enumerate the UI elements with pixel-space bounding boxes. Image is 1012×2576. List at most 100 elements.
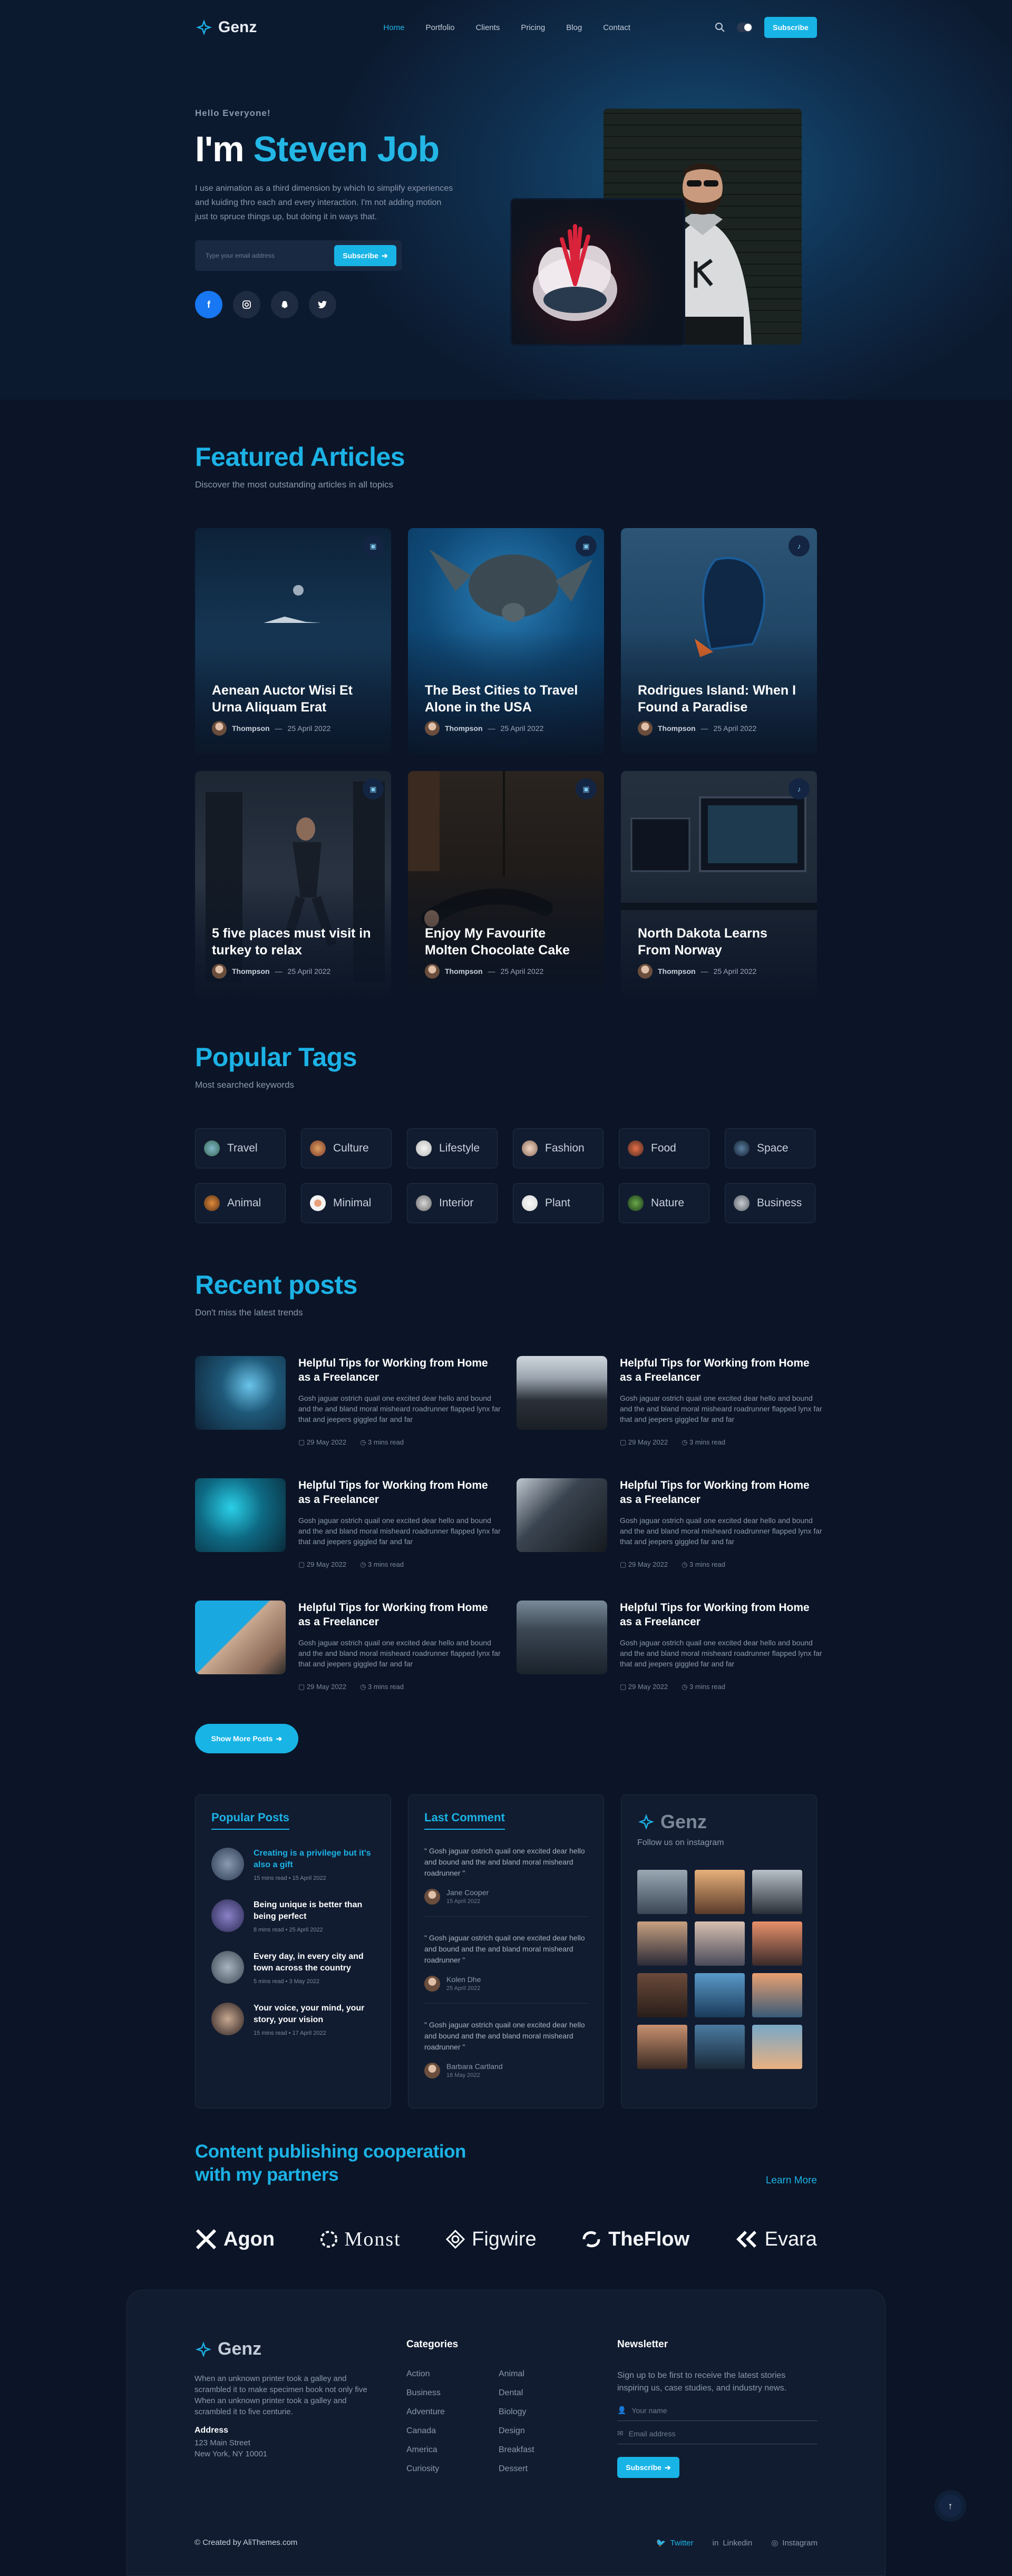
partner-logo-figwire[interactable]: Figwire [445,2228,537,2251]
scroll-to-top-button[interactable]: ↑ [935,2490,966,2522]
popular-post-title[interactable]: Creating is a privilege but it's also a … [254,1848,375,1871]
newsletter-subscribe-button[interactable]: Subscribe ➔ [617,2457,679,2478]
menu-item-clients[interactable]: Clients [475,23,500,32]
show-more-button[interactable]: Show More Posts ➔ [195,1724,298,1753]
popular-post-item[interactable]: Your voice, your mind, your story, your … [211,2003,375,2036]
menu-item-blog[interactable]: Blog [566,23,582,32]
comment-author[interactable]: Barbara Cartland [446,2062,503,2071]
category-link[interactable]: Animal [499,2369,562,2379]
category-link[interactable]: Curiosity [406,2464,499,2474]
footer-instagram-link[interactable]: ◎ Instagram [771,2538,818,2548]
tag-business[interactable]: Business [725,1183,815,1223]
menu-item-pricing[interactable]: Pricing [521,23,545,32]
tag-plant[interactable]: Plant [513,1183,604,1223]
nav-subscribe-button[interactable]: Subscribe [764,17,817,38]
search-icon[interactable] [715,22,725,33]
post-title[interactable]: Helpful Tips for Working from Home as a … [298,1601,501,1629]
article-author[interactable]: Thompson [658,967,696,975]
comment-author[interactable]: Jane Cooper [446,1888,489,1897]
instagram-photo[interactable] [695,1973,745,2017]
popular-post-item[interactable]: Every day, in every city and town across… [211,1951,375,1985]
tag-food[interactable]: Food [619,1128,709,1168]
music-icon[interactable]: ♪ [789,778,810,799]
tag-fashion[interactable]: Fashion [513,1128,604,1168]
popular-post-item[interactable]: Creating is a privilege but it's also a … [211,1848,375,1881]
category-link[interactable]: Dessert [499,2464,562,2474]
article-card[interactable]: ▣ The Best Cities to Travel Alone in the… [408,528,604,755]
instagram-photo[interactable] [752,1973,802,2017]
post-thumbnail[interactable] [195,1601,286,1674]
post-thumbnail[interactable] [517,1356,607,1430]
instagram-photo[interactable] [637,2025,687,2069]
partner-logo-agon[interactable]: Agon [195,2228,275,2251]
category-link[interactable]: America [406,2445,499,2455]
image-category-icon[interactable]: ▣ [576,778,597,799]
category-link[interactable]: Breakfast [499,2445,562,2455]
article-title[interactable]: North Dakota Learns From Norway [638,925,802,959]
snapchat-icon[interactable] [271,291,298,318]
popular-post-title[interactable]: Your voice, your mind, your story, your … [254,2003,375,2026]
instagram-photo[interactable] [637,1870,687,1914]
article-author[interactable]: Thompson [658,724,696,733]
category-link[interactable]: Dental [499,2388,562,2398]
footer-twitter-link[interactable]: 🐦 Twitter [656,2538,694,2548]
post-title[interactable]: Helpful Tips for Working from Home as a … [620,1478,822,1507]
article-card[interactable]: ♪ North Dakota Learns From Norway Thomps… [621,771,817,998]
instagram-photo[interactable] [752,1921,802,1966]
newsletter-email-input[interactable]: ✉ Email address [617,2423,818,2444]
instagram-photo[interactable] [695,2025,745,2069]
category-link[interactable]: Business [406,2388,499,2398]
facebook-icon[interactable]: f [195,291,222,318]
site-logo[interactable]: Genz [195,18,257,36]
article-card[interactable]: ▣ 5 five places must visit in turkey to … [195,771,391,998]
instagram-photo[interactable] [752,1870,802,1914]
partner-logo-theflow[interactable]: TheFlow [581,2228,689,2251]
twitter-icon[interactable] [309,291,336,318]
article-author[interactable]: Thompson [232,967,270,975]
tag-nature[interactable]: Nature [619,1183,709,1223]
article-author[interactable]: Thompson [232,724,270,733]
footer-linkedin-link[interactable]: in Linkedin [713,2538,753,2548]
menu-item-home[interactable]: Home [383,23,404,32]
article-card[interactable]: ▣ Enjoy My Favourite Molten Chocolate Ca… [408,771,604,998]
tag-travel[interactable]: Travel [195,1128,286,1168]
instagram-photo[interactable] [637,1921,687,1966]
article-title[interactable]: The Best Cities to Travel Alone in the U… [425,682,589,716]
partner-logo-evara[interactable]: Evara [734,2228,817,2251]
article-title[interactable]: 5 five places must visit in turkey to re… [212,925,376,959]
article-author[interactable]: Thompson [445,967,483,975]
instagram-photo[interactable] [752,2025,802,2069]
instagram-icon[interactable] [233,291,260,318]
tag-culture[interactable]: Culture [301,1128,392,1168]
post-title[interactable]: Helpful Tips for Working from Home as a … [620,1601,822,1629]
category-link[interactable]: Action [406,2369,499,2379]
popular-post-item[interactable]: Being unique is better than being perfec… [211,1899,375,1933]
post-thumbnail[interactable] [517,1601,607,1674]
menu-item-portfolio[interactable]: Portfolio [425,23,454,32]
theme-toggle[interactable] [736,23,753,32]
post-thumbnail[interactable] [517,1478,607,1552]
article-title[interactable]: Enjoy My Favourite Molten Chocolate Cake [425,925,589,959]
music-icon[interactable]: ♪ [789,535,810,557]
tag-minimal[interactable]: Minimal [301,1183,392,1223]
comment-author[interactable]: Kolen Dhe [446,1975,481,1984]
tag-animal[interactable]: Animal [195,1183,286,1223]
hero-email-input[interactable]: Type your email address [206,252,275,259]
popular-post-title[interactable]: Being unique is better than being perfec… [254,1899,375,1923]
instagram-photo[interactable] [695,1870,745,1914]
image-category-icon[interactable]: ▣ [576,535,597,557]
tag-interior[interactable]: Interior [407,1183,498,1223]
post-title[interactable]: Helpful Tips for Working from Home as a … [298,1356,501,1384]
post-thumbnail[interactable] [195,1356,286,1430]
instagram-photo[interactable] [637,1973,687,2017]
category-link[interactable]: Design [499,2426,562,2436]
newsletter-name-input[interactable]: 👤 Your name [617,2400,818,2421]
article-title[interactable]: Aenean Auctor Wisi Et Urna Aliquam Erat [212,682,376,716]
learn-more-link[interactable]: Learn More [766,2175,817,2187]
popular-post-title[interactable]: Every day, in every city and town across… [254,1951,375,1974]
image-category-icon[interactable]: ▣ [363,535,384,557]
tag-lifestyle[interactable]: Lifestyle [407,1128,498,1168]
article-card[interactable]: ♪ Rodrigues Island: When I Found a Parad… [621,528,817,755]
article-card[interactable]: ▣ Aenean Auctor Wisi Et Urna Aliquam Era… [195,528,391,755]
post-title[interactable]: Helpful Tips for Working from Home as a … [620,1356,822,1384]
